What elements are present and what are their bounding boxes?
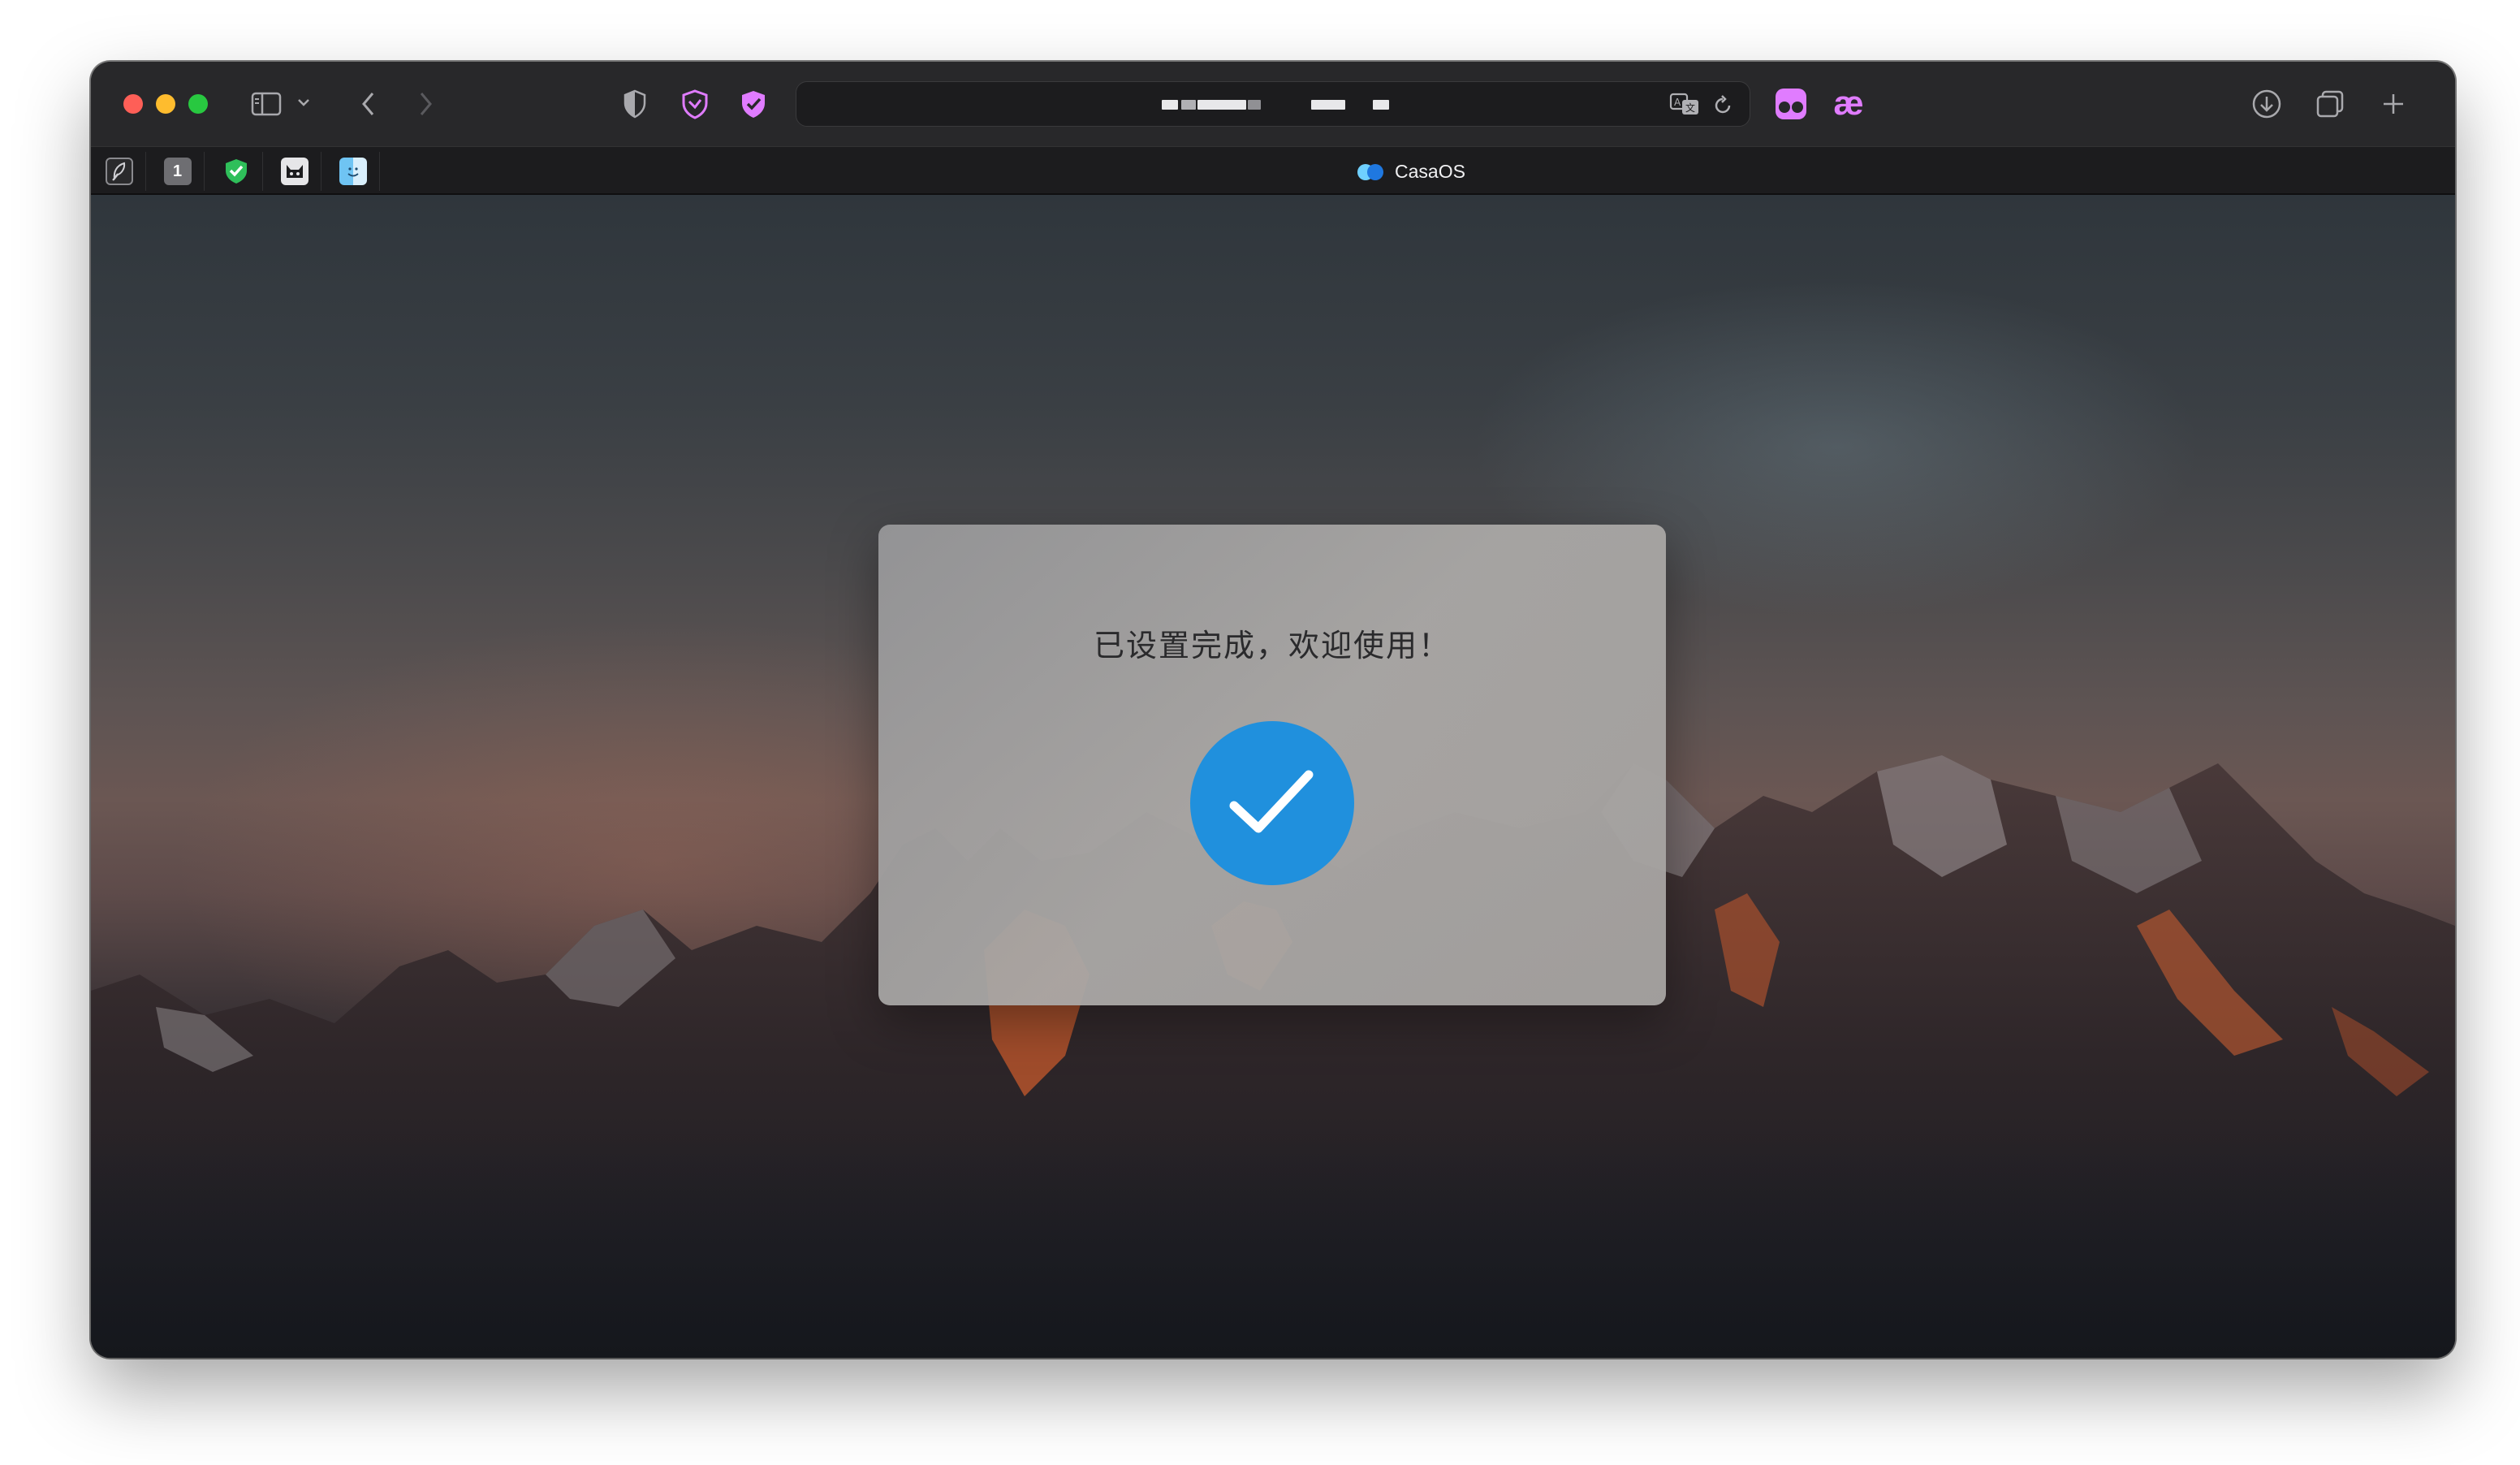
address-bar[interactable]: A文 [796, 81, 1750, 127]
casaos-logo-icon [1357, 162, 1385, 180]
reload-icon[interactable] [1709, 92, 1737, 119]
pinned-tab[interactable] [93, 152, 146, 191]
new-tab-icon[interactable] [2377, 88, 2410, 120]
extension-mask-icon[interactable] [1773, 86, 1809, 122]
page-content: 已设置完成，欢迎使用！ [91, 195, 2455, 1358]
dialog-title: 已设置完成，欢迎使用！ [1093, 628, 1451, 663]
forward-icon[interactable] [409, 88, 442, 120]
finder-icon [339, 158, 367, 185]
pinned-tab[interactable]: 1 [151, 152, 205, 191]
url-redacted-segment [1248, 100, 1261, 110]
back-icon[interactable] [352, 88, 385, 120]
maximize-window-button[interactable] [188, 94, 208, 114]
checkmark-icon [1190, 721, 1354, 885]
url-redacted-segment [1373, 100, 1389, 110]
heart-shield-icon[interactable] [677, 86, 713, 122]
download-icon[interactable] [2249, 86, 2285, 122]
pinned-tab[interactable] [268, 152, 321, 191]
browser-window: A文 æ 1 CasaOS 已设置完成，欢迎使用！ [91, 62, 2455, 1358]
url-redacted-segment [1311, 100, 1345, 110]
pinned-tab[interactable] [209, 152, 263, 191]
chevron-down-icon[interactable] [296, 94, 312, 110]
setup-complete-dialog: 已设置完成，欢迎使用！ [878, 525, 1666, 1005]
tab-label: CasaOS [1395, 160, 1465, 182]
close-window-button[interactable] [123, 94, 143, 114]
minimize-window-button[interactable] [156, 94, 175, 114]
pinned-tab[interactable] [326, 152, 380, 191]
translate-icon[interactable]: A文 [1668, 90, 1701, 118]
shield-icon[interactable] [619, 86, 651, 122]
browser-toolbar: A文 æ [91, 62, 2455, 146]
purple-shield-icon[interactable] [736, 86, 771, 122]
url-redacted-segment [1197, 100, 1246, 110]
svg-text:A: A [1674, 97, 1681, 108]
ae-ligature-icon[interactable]: æ [1828, 83, 1869, 123]
tab-casaos[interactable]: CasaOS [1357, 147, 1465, 196]
svg-text:文: 文 [1685, 102, 1695, 114]
tabs-overview-icon[interactable] [2312, 86, 2348, 122]
sidebar-icon[interactable] [250, 88, 283, 120]
green-shield-icon [222, 158, 250, 185]
tab-bar: 1 CasaOS [91, 146, 2455, 195]
one-password-icon: 1 [163, 158, 192, 185]
url-redacted-segment [1162, 100, 1178, 110]
url-redacted-segment [1181, 100, 1196, 110]
cat-face-icon [280, 158, 309, 185]
feather-icon [105, 158, 133, 185]
